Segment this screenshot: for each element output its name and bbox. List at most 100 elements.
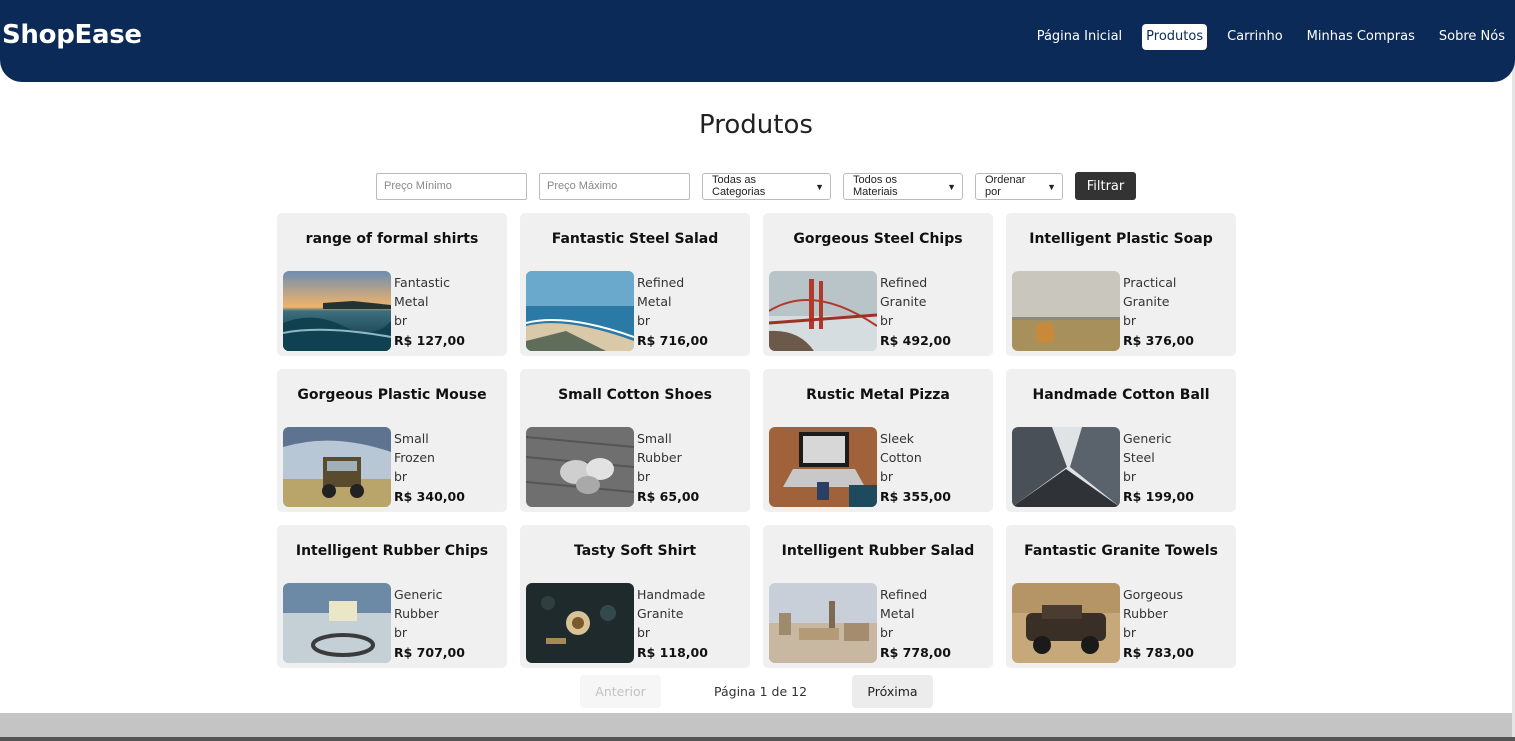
filter-bar: Todas as Categorias ▼ Todos os Materiais… bbox=[376, 172, 1136, 200]
product-adjective: Handmade bbox=[637, 587, 706, 602]
product-image[interactable] bbox=[1012, 427, 1120, 507]
product-image[interactable] bbox=[769, 427, 877, 507]
product-adjective: Gorgeous bbox=[1123, 587, 1183, 602]
product-info: Small Frozen br R$ 340,00 bbox=[394, 429, 465, 506]
product-origin: br bbox=[637, 313, 651, 329]
product-image[interactable] bbox=[283, 427, 391, 507]
product-info: Refined Metal br R$ 716,00 bbox=[637, 273, 708, 350]
max-price-input[interactable] bbox=[539, 172, 690, 200]
product-origin: br bbox=[394, 469, 408, 485]
product-origin: br bbox=[1123, 313, 1137, 329]
product-name[interactable]: Intelligent Rubber Chips bbox=[277, 543, 507, 559]
category-select[interactable]: Todas as Categorias ▼ bbox=[702, 172, 831, 200]
product-name[interactable]: Gorgeous Steel Chips bbox=[763, 231, 993, 247]
product-card[interactable]: Gorgeous Steel Chips Refined Granite br R$ 4… bbox=[763, 213, 993, 356]
next-page-button[interactable]: Próxima bbox=[852, 675, 933, 708]
product-card[interactable]: Tasty Soft Shirt Handmade Granite br R$ 118,… bbox=[520, 525, 750, 668]
nav-home-link[interactable]: Página Inicial bbox=[1033, 24, 1126, 50]
main-nav: Página Inicial Produtos Carrinho Minhas … bbox=[1017, 24, 1509, 50]
product-material: Metal bbox=[637, 294, 672, 310]
product-price: R$ 716,00 bbox=[637, 332, 708, 348]
product-name[interactable]: range of formal shirts bbox=[277, 231, 507, 247]
top-navbar: ShopEase Página Inicial Produtos Carrinh… bbox=[0, 0, 1515, 82]
nav-products-link[interactable]: Produtos bbox=[1142, 24, 1208, 50]
product-material: Rubber bbox=[1123, 606, 1168, 622]
product-material: Rubber bbox=[394, 606, 439, 622]
product-card[interactable]: Gorgeous Plastic Mouse Small Frozen br R$ 34… bbox=[277, 369, 507, 512]
product-price: R$ 778,00 bbox=[880, 644, 951, 660]
product-name[interactable]: Gorgeous Plastic Mouse bbox=[277, 387, 507, 403]
product-image[interactable] bbox=[769, 583, 877, 663]
product-image[interactable] bbox=[526, 583, 634, 663]
product-image[interactable] bbox=[526, 427, 634, 507]
footer-bar bbox=[0, 737, 1515, 741]
product-name[interactable]: Rustic Metal Pizza bbox=[763, 387, 993, 403]
product-image[interactable] bbox=[1012, 271, 1120, 351]
product-card[interactable]: Handmade Cotton Ball Generic Steel br R$ 199… bbox=[1006, 369, 1236, 512]
product-material: Metal bbox=[880, 606, 915, 622]
product-material: Frozen bbox=[394, 450, 435, 466]
chevron-down-icon: ▼ bbox=[947, 181, 956, 192]
product-material: Granite bbox=[880, 294, 927, 310]
material-select-value: Todos os Materiais bbox=[853, 174, 898, 198]
product-info: Generic Steel br R$ 199,00 bbox=[1123, 429, 1194, 506]
product-card[interactable]: Intelligent Plastic Soap Practical Granite… bbox=[1006, 213, 1236, 356]
brand-logo[interactable]: ShopEase bbox=[2, 20, 142, 50]
product-name[interactable]: Fantastic Steel Salad bbox=[520, 231, 750, 247]
nav-cart-link[interactable]: Carrinho bbox=[1223, 24, 1287, 50]
product-info: Gorgeous Rubber br R$ 783,00 bbox=[1123, 585, 1194, 662]
product-price: R$ 492,00 bbox=[880, 332, 951, 348]
product-adjective: Generic bbox=[394, 587, 443, 602]
product-price: R$ 127,00 bbox=[394, 332, 465, 348]
product-info: Refined Metal br R$ 778,00 bbox=[880, 585, 951, 662]
product-name[interactable]: Handmade Cotton Ball bbox=[1006, 387, 1236, 403]
product-adjective: Refined bbox=[880, 275, 928, 290]
product-card[interactable]: Intelligent Rubber Salad Refined Metal br R$… bbox=[763, 525, 993, 668]
chevron-down-icon: ▼ bbox=[1047, 181, 1056, 192]
filter-button[interactable]: Filtrar bbox=[1075, 172, 1136, 200]
product-material: Cotton bbox=[880, 450, 922, 466]
nav-my-purchases-link[interactable]: Minhas Compras bbox=[1303, 24, 1419, 50]
product-origin: br bbox=[1123, 625, 1137, 641]
product-card[interactable]: Small Cotton Shoes Small Rubber br R$ 65,00 bbox=[520, 369, 750, 512]
material-select[interactable]: Todos os Materiais ▼ bbox=[843, 172, 963, 200]
product-adjective: Sleek bbox=[880, 431, 915, 446]
product-info: Small Rubber br R$ 65,00 bbox=[637, 429, 699, 506]
product-price: R$ 118,00 bbox=[637, 644, 708, 660]
product-price: R$ 199,00 bbox=[1123, 488, 1194, 504]
product-card[interactable]: Fantastic Steel Salad Refined Metal br R$ 71… bbox=[520, 213, 750, 356]
page-title: Produtos bbox=[699, 110, 813, 140]
product-image[interactable] bbox=[283, 583, 391, 663]
product-origin: br bbox=[394, 625, 408, 641]
min-price-input[interactable] bbox=[376, 172, 527, 200]
product-name[interactable]: Fantastic Granite Towels bbox=[1006, 543, 1236, 559]
previous-page-button[interactable]: Anterior bbox=[580, 675, 661, 708]
product-price: R$ 783,00 bbox=[1123, 644, 1194, 660]
product-info: Fantastic Metal br R$ 127,00 bbox=[394, 273, 465, 350]
product-price: R$ 355,00 bbox=[880, 488, 951, 504]
product-name[interactable]: Tasty Soft Shirt bbox=[520, 543, 750, 559]
product-info: Generic Rubber br R$ 707,00 bbox=[394, 585, 465, 662]
pagination: Anterior Página 1 de 12 Próxima bbox=[580, 675, 934, 708]
product-material: Rubber bbox=[637, 450, 682, 466]
product-card[interactable]: Rustic Metal Pizza Sleek Cotton br R$ 355,00 bbox=[763, 369, 993, 512]
product-card[interactable]: Intelligent Rubber Chips Generic Rubber br R… bbox=[277, 525, 507, 668]
product-image[interactable] bbox=[1012, 583, 1120, 663]
product-image[interactable] bbox=[283, 271, 391, 351]
product-name[interactable]: Intelligent Rubber Salad bbox=[763, 543, 993, 559]
product-material: Steel bbox=[1123, 450, 1155, 466]
product-price: R$ 707,00 bbox=[394, 644, 465, 660]
product-card[interactable]: Fantastic Granite Towels Gorgeous Rubber br… bbox=[1006, 525, 1236, 668]
product-card[interactable]: range of formal shirts Fantastic Metal br R$… bbox=[277, 213, 507, 356]
product-adjective: Fantastic bbox=[394, 275, 450, 290]
order-select[interactable]: Ordenar por ▼ bbox=[975, 172, 1063, 200]
nav-about-link[interactable]: Sobre Nós bbox=[1435, 24, 1509, 50]
product-info: Sleek Cotton br R$ 355,00 bbox=[880, 429, 951, 506]
product-image[interactable] bbox=[526, 271, 634, 351]
product-origin: br bbox=[880, 313, 894, 329]
product-adjective: Practical bbox=[1123, 275, 1177, 290]
product-image[interactable] bbox=[769, 271, 877, 351]
product-name[interactable]: Small Cotton Shoes bbox=[520, 387, 750, 403]
product-name[interactable]: Intelligent Plastic Soap bbox=[1006, 231, 1236, 247]
product-adjective: Refined bbox=[637, 275, 685, 290]
